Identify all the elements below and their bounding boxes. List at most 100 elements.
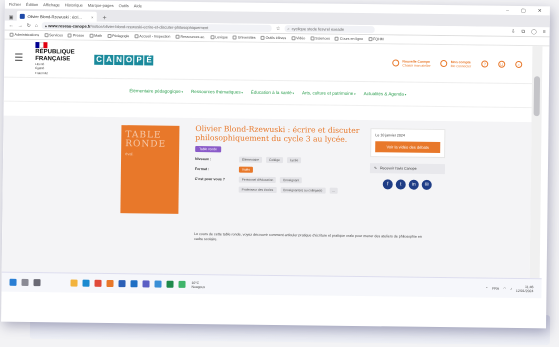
folder-icon	[9, 32, 14, 37]
meta-chip-more[interactable]: ...	[329, 187, 339, 194]
bookmark[interactable]: Administrations	[9, 32, 40, 38]
bookmark-label: Vidéo	[296, 36, 306, 41]
bookmark[interactable]: Universités	[232, 35, 256, 40]
bookmark[interactable]: Outils élèves	[260, 35, 286, 40]
account-icon[interactable]: ◯	[531, 29, 537, 35]
atelier-link[interactable]: Nouvelle Canope Choisir mon atelier	[392, 59, 431, 67]
photos-icon[interactable]	[178, 280, 186, 288]
tab-close-icon[interactable]: ×	[91, 14, 93, 19]
meta-chip[interactable]: Enseignant	[280, 177, 303, 184]
page-scrollbar[interactable]	[529, 46, 543, 279]
edge-icon[interactable]	[82, 279, 90, 287]
back-icon[interactable]: ←	[9, 22, 14, 28]
bookmark[interactable]: Services	[44, 33, 63, 37]
excel-icon[interactable]	[166, 280, 174, 288]
extensions-icon[interactable]: ⧉	[521, 28, 525, 34]
bookmark-star-icon[interactable]: ☆	[276, 25, 281, 31]
menu-item[interactable]: Historique	[65, 2, 83, 7]
meta-chip[interactable]: Personnel d'éducation	[238, 176, 277, 184]
tab-list-icon[interactable]: ▣	[9, 15, 14, 21]
forward-icon[interactable]: →	[18, 22, 23, 28]
reload-icon[interactable]: ↻	[27, 22, 31, 28]
weather-widget[interactable]: 10°C Nuageux	[191, 280, 205, 288]
search-icon[interactable]	[21, 278, 29, 286]
nav-item[interactable]: Éducation à la santé	[251, 90, 294, 96]
facebook-icon[interactable]: f	[382, 179, 393, 190]
nav-item[interactable]: Ressources thématiques	[191, 89, 243, 95]
meta-chip[interactable]: Lycée	[286, 157, 302, 164]
menu-item[interactable]: Édition	[26, 2, 38, 7]
chrome-icon[interactable]	[94, 279, 102, 287]
outlook-icon[interactable]	[130, 280, 138, 288]
brand-letter: N	[114, 54, 124, 65]
flag-red	[43, 41, 48, 48]
new-tab-icon[interactable]: +	[99, 15, 109, 22]
downloads-icon[interactable]: ⇩	[511, 28, 515, 34]
close-icon[interactable]: ✕	[538, 8, 542, 14]
twitter-icon[interactable]: t	[395, 179, 406, 190]
meta-chip[interactable]: Collège	[266, 156, 283, 164]
meta-chip[interactable]: Enseignant(e) au collège(e)	[280, 187, 326, 194]
url-bar[interactable]: 🔒︎ www.reseau-canope.fr /notice/olivier-…	[41, 22, 272, 32]
task-view-icon[interactable]	[33, 279, 41, 287]
cart-icon[interactable]: ⊔	[498, 60, 506, 68]
bookmark-label: Administrations	[14, 32, 40, 38]
meta-chip[interactable]: Vidéo	[238, 166, 254, 173]
bookmark[interactable]: Lexique	[210, 35, 228, 39]
scroll-thumb[interactable]	[533, 76, 541, 117]
language-indicator[interactable]: FRA	[492, 286, 499, 290]
web-page: ☰ RÉPUBLIQUE FRANÇAISE Liberté Égalité F…	[1, 39, 533, 279]
bookmark[interactable]: FQHM	[368, 37, 384, 41]
meta-chip[interactable]: Professeur des écoles	[238, 186, 277, 194]
type-badge: Table ronde	[195, 146, 221, 153]
home-icon[interactable]: ⌂	[35, 23, 38, 29]
menu-item[interactable]: Fichier	[9, 2, 21, 7]
bookmark[interactable]: Presse	[67, 33, 84, 38]
minimize-icon[interactable]: –	[506, 7, 509, 13]
file-explorer-icon[interactable]	[70, 279, 78, 287]
word-icon[interactable]	[118, 280, 126, 288]
menu-icon[interactable]: ≡	[543, 29, 546, 35]
bookmark[interactable]: Sciences	[310, 36, 330, 41]
canope-logo[interactable]: C A N O P É	[94, 54, 154, 66]
account-link[interactable]: Mon compte Me connecter	[440, 60, 472, 68]
bookmark[interactable]: Pédagogie	[107, 33, 129, 38]
meta-chip[interactable]: Élémentaire	[239, 156, 263, 163]
nav-item[interactable]: Actualités & Agenda	[364, 91, 407, 97]
bookmark-label: Math	[94, 33, 103, 38]
bookmark[interactable]: Vidéo	[291, 36, 305, 40]
teams-icon[interactable]	[142, 280, 150, 288]
nav-item[interactable]: Arts, culture et patrimoine	[302, 90, 356, 96]
store-icon[interactable]	[154, 280, 162, 288]
tab-active[interactable]: Olivier Blond-Rzewuski : écri... ×	[16, 10, 97, 22]
watch-video-button[interactable]: Voir la vidéo des débats	[375, 141, 441, 154]
nav-item[interactable]: Élémentaire pédagogique	[129, 88, 183, 94]
bookmark[interactable]: Cours en ligne	[334, 36, 363, 41]
window-controls: – ▢ ✕	[506, 7, 550, 14]
search-icon[interactable]: ⌕	[515, 60, 523, 69]
email-icon[interactable]: ✉	[421, 179, 432, 190]
menu-item[interactable]: Marque-pages	[88, 3, 114, 8]
firefox-icon[interactable]	[106, 279, 114, 288]
alert-button[interactable]: ✎ Recevoir l'avis Canopé	[369, 163, 446, 175]
chevron-up-icon[interactable]: ⌃	[485, 286, 488, 290]
search-bar[interactable]: ⌕ cyclique stede fesvrel exeade	[284, 25, 375, 34]
windows-start-icon[interactable]	[9, 278, 17, 286]
help-icon[interactable]: ?	[481, 60, 489, 68]
volume-icon[interactable]: ♪	[510, 286, 512, 290]
maximize-icon[interactable]: ▢	[521, 7, 526, 13]
wifi-icon[interactable]: ◠	[503, 286, 506, 290]
menu-item[interactable]: Affichage	[43, 2, 60, 7]
bookmark[interactable]: Ressources ac.	[175, 34, 205, 39]
bookmark-label: Services	[49, 33, 63, 38]
linkedin-icon[interactable]: in	[408, 179, 419, 190]
menu-item[interactable]: Outils	[119, 3, 129, 8]
republique-francaise-logo[interactable]: RÉPUBLIQUE FRANÇAISE Liberté Égalité Fra…	[35, 41, 75, 76]
brand-letter: O	[124, 54, 134, 65]
alert-label: Recevoir l'avis Canopé	[379, 166, 417, 171]
bookmark[interactable]: Accueil - Inspection	[134, 34, 170, 39]
bookmark[interactable]: Math	[89, 33, 103, 38]
menu-item[interactable]: Aide	[134, 3, 142, 8]
hamburger-menu-icon[interactable]: ☰	[14, 53, 23, 64]
clock[interactable]: 11:46 12/01/2024	[516, 284, 534, 293]
